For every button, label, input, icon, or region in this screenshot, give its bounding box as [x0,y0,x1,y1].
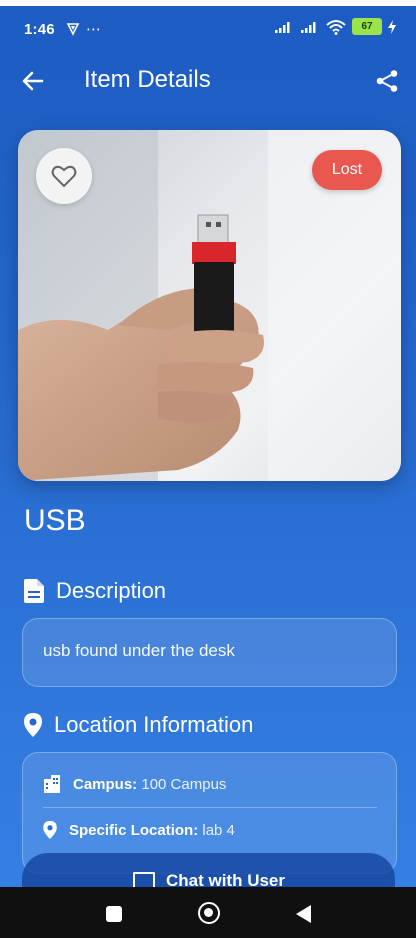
wifi-icon [326,19,346,35]
location-pin-icon [24,713,42,737]
share-button[interactable] [372,66,402,96]
campus-label: Campus: [73,775,138,793]
location-heading-text: Location Information [54,712,254,737]
description-card: usb found under the desk [22,618,397,687]
description-text: usb found under the desk [43,641,235,660]
location-pin-small-icon [43,821,57,839]
status-bar: 1:46 ⋯ 67 [0,6,416,52]
recents-button[interactable] [106,906,122,922]
specific-location-value: lab 4 [202,821,235,839]
home-button[interactable] [198,902,220,924]
status-time: 1:46 [24,21,55,38]
location-heading: Location Information [24,712,253,738]
specific-location-label: Specific Location: [69,821,199,839]
share-icon [376,70,398,92]
campus-row: Campus: 100 Campus [43,775,226,793]
more-notifications-icon: ⋯ [86,21,101,38]
building-icon [44,775,60,793]
back-button[interactable] [18,66,48,96]
specific-location-row: Specific Location: lab 4 [43,821,235,839]
description-heading: Description [24,578,166,604]
document-icon [24,579,44,603]
system-navigation-bar [0,887,416,938]
battery-indicator: 67 [352,18,382,35]
system-back-button[interactable] [296,905,311,923]
page-title: Item Details [84,66,211,93]
signal-icon-2 [301,21,316,33]
status-badge: Lost [312,150,382,190]
status-right-icons: 67 [274,18,396,35]
campus-value: 100 Campus [141,775,227,793]
charging-icon [388,19,396,34]
screen: 1:46 ⋯ 67 Item Details Lost USB Descript… [0,6,416,938]
item-name: USB [24,504,86,537]
arrow-left-icon [22,71,44,91]
status-left-icons: ⋯ [66,20,101,38]
heart-outline-icon [51,165,77,188]
vpn-icon [66,23,80,36]
description-heading-text: Description [56,578,167,603]
location-divider [43,807,377,808]
signal-icon [275,21,290,33]
favorite-button[interactable] [36,148,92,204]
app-bar: Item Details [0,52,416,110]
